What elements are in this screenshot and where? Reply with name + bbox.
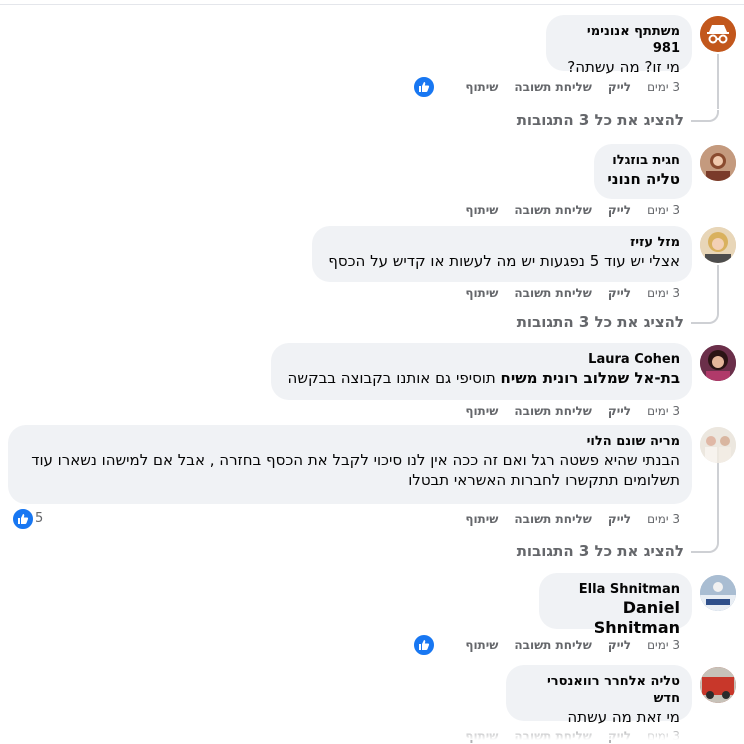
user-avatar[interactable]	[700, 427, 736, 463]
thread-line	[717, 265, 719, 312]
comment-text: מי זו? מה עשתה?	[567, 58, 680, 76]
comment-author[interactable]: משתתף אנונימי 981	[558, 23, 680, 57]
share-button[interactable]: שיתוף	[465, 637, 498, 653]
user-avatar[interactable]	[700, 345, 736, 381]
comment-text: תוסיפי גם אותנו בקבוצה בבקשה	[287, 369, 501, 387]
comment-text: אצלי יש עוד 5 נפגעות יש מה לעשות או קדיש…	[328, 252, 680, 270]
comment-time[interactable]: 3 ימים	[647, 285, 680, 301]
comment-time[interactable]: 3 ימים	[647, 79, 680, 95]
user-avatar[interactable]	[700, 145, 736, 181]
thread-line	[717, 54, 719, 109]
reply-button[interactable]: שליחת תשובה	[514, 202, 592, 218]
like-reaction-icon[interactable]	[11, 507, 35, 531]
like-reaction-icon[interactable]	[412, 75, 436, 99]
share-button[interactable]: שיתוף	[465, 511, 498, 527]
user-avatar[interactable]	[700, 575, 736, 611]
comment-bubble: טליה אלחרר רוואנסרי חדש מי זאת מה עשתה	[506, 665, 692, 726]
comment-author[interactable]: Ella Shnitman	[551, 581, 680, 598]
comment-actions: 3 ימים לייק שליחת תשובה שיתוף	[465, 403, 680, 419]
like-button[interactable]: לייק	[608, 79, 631, 95]
like-button[interactable]: לייק	[608, 403, 631, 419]
like-button[interactable]: לייק	[608, 511, 631, 527]
comment-time[interactable]: 3 ימים	[647, 202, 680, 218]
share-button[interactable]: שיתוף	[465, 403, 498, 419]
thread-connector	[691, 541, 719, 553]
share-button[interactable]: שיתוף	[465, 202, 498, 218]
comment-bubble: Ella Shnitman Daniel Shnitman	[539, 573, 692, 637]
comment-author[interactable]: טליה אלחרר רוואנסרי חדש	[518, 673, 680, 707]
reply-button[interactable]: שליחת תשובה	[514, 637, 592, 653]
comment-author[interactable]: Laura Cohen	[283, 351, 680, 368]
comment-actions: 3 ימים לייק שליחת תשובה שיתוף	[465, 202, 680, 218]
reaction-count[interactable]: 5	[35, 511, 43, 527]
reply-button[interactable]: שליחת תשובה	[514, 403, 592, 419]
comment-bubble: חגית בוזגלו טליה חנוני	[594, 144, 692, 199]
like-button[interactable]: לייק	[608, 285, 631, 301]
reply-button[interactable]: שליחת תשובה	[514, 285, 592, 301]
view-replies-link[interactable]: להציג את כל 3 התגובות	[517, 312, 684, 332]
comment-author[interactable]: מזל עזיז	[324, 234, 680, 251]
anonymous-avatar-icon[interactable]	[700, 16, 736, 52]
comment-text: מי זאת מה עשתה	[567, 708, 680, 726]
comment-time[interactable]: 3 ימים	[647, 511, 680, 527]
comment-actions: 3 ימים לייק שליחת תשובה שיתוף	[465, 79, 680, 95]
thread-line	[717, 463, 719, 542]
thread-connector	[691, 312, 719, 324]
comment-time[interactable]: 3 ימים	[647, 403, 680, 419]
comment-bubble: מריה שונם הלוי הבנתי שהיא פשטה רגל ואם ז…	[8, 425, 692, 504]
like-button[interactable]: לייק	[608, 637, 631, 653]
comment-actions: 3 ימים לייק שליחת תשובה שיתוף	[465, 511, 680, 527]
view-replies-link[interactable]: להציג את כל 3 התגובות	[517, 110, 684, 130]
comment-text-line: תשלומים תתקשרו לחברות האשראי תבטלו	[408, 471, 680, 489]
like-button[interactable]: לייק	[608, 202, 631, 218]
comment-bubble: משתתף אנונימי 981 מי זו? מה עשתה?	[546, 15, 692, 76]
comment-bubble: Laura Cohen בת-אל שמלוב רונית משיח תוסיפ…	[271, 343, 692, 400]
share-button[interactable]: שיתוף	[465, 285, 498, 301]
comment-actions: 3 ימים לייק שליחת תשובה שיתוף	[465, 637, 680, 653]
comment-author[interactable]: מריה שונם הלוי	[20, 433, 680, 450]
thread-connector	[691, 110, 719, 122]
comment-time[interactable]: 3 ימים	[647, 637, 680, 653]
share-button[interactable]: שיתוף	[465, 79, 498, 95]
reply-button[interactable]: שליחת תשובה	[514, 79, 592, 95]
mention-link[interactable]: Daniel Shnitman	[594, 598, 680, 637]
view-replies-link[interactable]: להציג את כל 3 התגובות	[517, 541, 684, 561]
comment-text-line: הבנתי שהיא פשטה רגל ואם זה ככה אין לנו ס…	[31, 451, 680, 469]
mention-link[interactable]: טליה חנוני	[607, 170, 680, 188]
mention-link[interactable]: בת-אל שמלוב רונית משיח	[501, 369, 680, 387]
comment-actions: 3 ימים לייק שליחת תשובה שיתוף	[465, 285, 680, 301]
bottom-fade	[0, 730, 744, 740]
like-reaction-icon[interactable]	[412, 633, 436, 657]
comment-author[interactable]: חגית בוזגלו	[606, 152, 680, 169]
user-avatar[interactable]	[700, 667, 736, 703]
user-avatar[interactable]	[700, 227, 736, 263]
comment-bubble: מזל עזיז אצלי יש עוד 5 נפגעות יש מה לעשו…	[312, 226, 692, 282]
top-divider	[0, 0, 744, 5]
reply-button[interactable]: שליחת תשובה	[514, 511, 592, 527]
